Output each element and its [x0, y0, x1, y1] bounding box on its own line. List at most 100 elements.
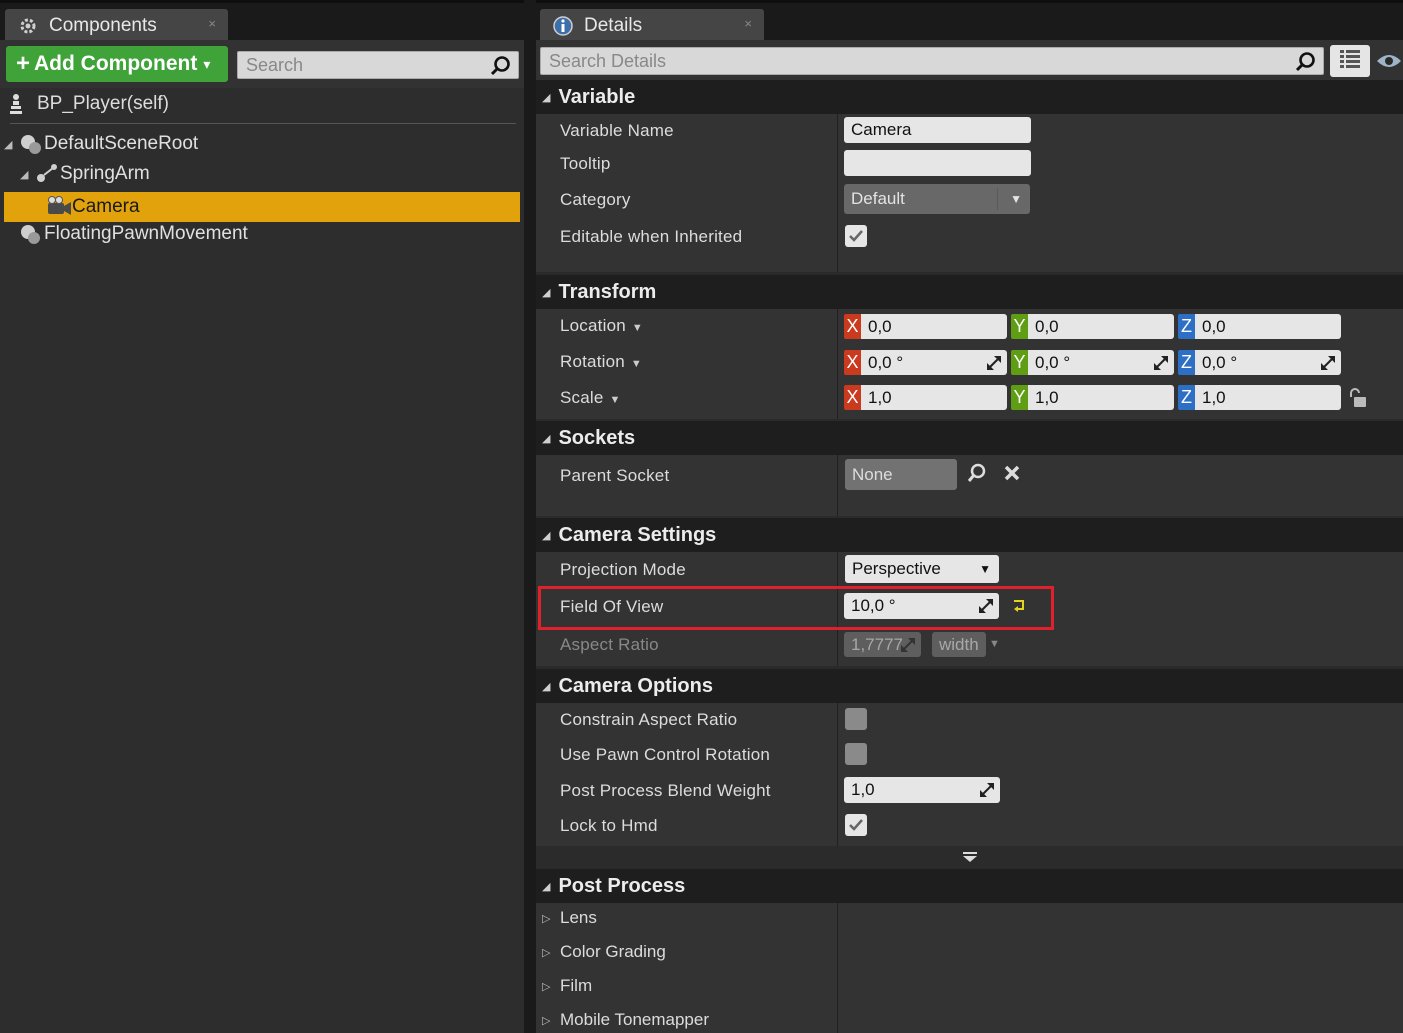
projection-mode-dropdown[interactable]: Perspective ▼	[845, 555, 999, 583]
tree-item-camera[interactable]: Camera	[4, 192, 520, 222]
lock-hmd-label: Lock to Hmd	[560, 816, 658, 835]
variable-name-input[interactable]: Camera	[844, 117, 1031, 143]
axis-y-label: Y	[1011, 314, 1028, 339]
tree-item-label: FloatingPawnMovement	[44, 223, 248, 244]
self-item[interactable]: BP_Player(self)	[0, 88, 524, 120]
aspect-ratio-input: 1,7777	[844, 632, 921, 657]
panel-splitter[interactable]	[524, 0, 536, 1033]
collapse-arrow-icon: ◢	[542, 286, 551, 299]
expand-arrow-icon[interactable]: ◢	[4, 138, 18, 151]
post-process-item-film[interactable]: ▷ Film	[536, 969, 1403, 1003]
section-title: Post Process	[558, 874, 686, 897]
category-dropdown[interactable]: Default ▼	[844, 184, 1030, 214]
category-label: Category	[560, 190, 631, 209]
component-search-input[interactable]	[246, 54, 518, 76]
lock-icon[interactable]	[1348, 387, 1368, 414]
location-z-input[interactable]: 0,0	[1195, 314, 1341, 339]
post-process-item-color-grading[interactable]: ▷ Color Grading	[536, 935, 1403, 969]
tree-item-label: Camera	[72, 196, 140, 217]
tab-components-label: Components	[49, 15, 157, 36]
post-process-item-lens[interactable]: ▷ Lens	[536, 901, 1403, 935]
show-advanced-button[interactable]	[536, 846, 1403, 868]
tab-details[interactable]: Details ×	[540, 9, 764, 43]
scale-label[interactable]: Scale ▼	[560, 388, 621, 408]
dropdown-separator	[997, 188, 998, 210]
section-title: Sockets	[558, 426, 636, 449]
divider	[10, 123, 516, 124]
rotation-z-input[interactable]: 0,0 °	[1195, 350, 1341, 375]
spin-icon	[901, 637, 915, 652]
tree-item-defaultsceneroot[interactable]: ◢ DefaultSceneRoot	[4, 129, 520, 159]
checkmark-icon	[849, 230, 863, 242]
scale-x-input[interactable]: 1,0	[861, 385, 1007, 410]
editable-checkbox[interactable]	[845, 225, 867, 247]
column-separator[interactable]	[837, 114, 838, 272]
highlight-box-field-of-view	[538, 586, 1054, 630]
tab-components[interactable]: Components ×	[5, 9, 228, 43]
eye-icon[interactable]	[1376, 48, 1402, 74]
section-camera-settings-header[interactable]: ◢ Camera Settings	[536, 518, 1403, 552]
section-camera-options-header[interactable]: ◢ Camera Options	[536, 669, 1403, 703]
parent-socket-label: Parent Socket	[560, 466, 670, 485]
section-title: Camera Settings	[558, 523, 717, 546]
section-transform-body: Location ▼ X 0,0 Y 0,0 Z 0,0 Rotation ▼ X …	[536, 309, 1403, 419]
chevron-down-icon	[962, 852, 977, 862]
column-separator[interactable]	[837, 309, 838, 419]
section-transform-header[interactable]: ◢ Transform	[536, 275, 1403, 309]
collapse-arrow-icon: ◢	[542, 432, 551, 445]
collapse-arrow-icon: ◢	[542, 529, 551, 542]
parent-socket-field[interactable]: None	[845, 459, 957, 490]
rotation-y-input[interactable]: 0,0 °	[1028, 350, 1174, 375]
chevron-down-icon: ▼	[979, 562, 991, 576]
close-icon[interactable]: ×	[208, 16, 216, 31]
tree-item-springarm[interactable]: ◢ SpringArm	[4, 159, 520, 189]
checkmark-icon	[849, 819, 863, 831]
tooltip-input[interactable]	[844, 150, 1031, 176]
clear-icon[interactable]	[1003, 464, 1021, 487]
blend-weight-label: Post Process Blend Weight	[560, 781, 771, 800]
axis-z-label: Z	[1178, 385, 1195, 410]
projection-mode-label: Projection Mode	[560, 560, 686, 579]
section-post-process-header[interactable]: ◢ Post Process	[536, 869, 1403, 903]
view-options-button[interactable]	[1330, 45, 1370, 77]
scale-y-input[interactable]: 1,0	[1028, 385, 1174, 410]
browse-icon[interactable]	[967, 463, 987, 488]
blend-weight-input[interactable]: 1,0	[844, 777, 1000, 803]
close-icon[interactable]: ×	[744, 16, 752, 31]
section-post-process-body: ▷ Lens ▷ Color Grading ▷ Film ▷ Mobile Tonem…	[536, 903, 1403, 1033]
rotation-label[interactable]: Rotation ▼	[560, 352, 642, 372]
column-separator[interactable]	[837, 455, 838, 516]
component-search-box	[237, 51, 519, 79]
rotation-x-input[interactable]: 0,0 °	[861, 350, 1007, 375]
location-y-input[interactable]: 0,0	[1028, 314, 1174, 339]
tree-item-label: SpringArm	[60, 163, 150, 184]
location-x-input[interactable]: 0,0	[861, 314, 1007, 339]
add-component-label: Add Component	[34, 52, 198, 75]
search-icon[interactable]	[1295, 51, 1317, 78]
post-process-item-mobile-tonemapper[interactable]: ▷ Mobile Tonemapper	[536, 1003, 1403, 1033]
add-component-button[interactable]: + Add Component ▾	[6, 46, 228, 82]
details-tabstrip: Details ×	[536, 0, 1403, 43]
spin-icon	[1154, 355, 1168, 370]
column-separator[interactable]	[837, 703, 838, 846]
plus-icon: +	[16, 50, 31, 77]
chevron-down-icon: ▼	[630, 358, 643, 370]
chevron-down-icon: ▼	[1010, 192, 1022, 206]
scale-z-input[interactable]: 1,0	[1195, 385, 1341, 410]
lock-hmd-checkbox[interactable]	[845, 814, 867, 836]
editable-label: Editable when Inherited	[560, 227, 743, 246]
details-search-input[interactable]	[549, 50, 1323, 72]
details-search-box	[540, 47, 1324, 75]
chevron-down-icon: ▼	[609, 394, 621, 406]
expand-arrow-icon[interactable]: ◢	[20, 168, 34, 181]
search-icon[interactable]	[490, 55, 512, 82]
tree-item-floatingpawnmovement[interactable]: FloatingPawnMovement	[4, 219, 520, 249]
constrain-aspect-checkbox[interactable]	[845, 708, 867, 730]
location-label[interactable]: Location ▼	[560, 316, 643, 336]
chevron-down-icon: ▼	[989, 638, 1000, 650]
section-variable-header[interactable]: ◢ Variable	[536, 80, 1403, 114]
section-sockets-header[interactable]: ◢ Sockets	[536, 421, 1403, 455]
expand-arrow-icon: ▷	[542, 1014, 551, 1027]
category-value: Default	[851, 189, 905, 208]
pawn-rotation-checkbox[interactable]	[845, 743, 867, 765]
